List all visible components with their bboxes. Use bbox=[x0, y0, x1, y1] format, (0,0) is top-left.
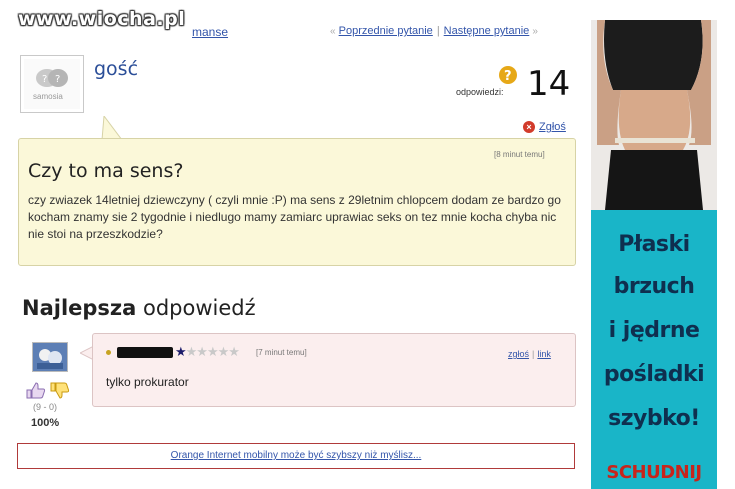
breadcrumb-link[interactable]: manse bbox=[192, 25, 228, 39]
rating-stars: ★★★★★★ bbox=[175, 344, 240, 360]
nav-separator: | bbox=[436, 25, 440, 37]
arrow-right-icon: » bbox=[532, 26, 538, 37]
vote-thumbs-icon[interactable] bbox=[25, 380, 73, 400]
next-question-link[interactable]: Następne pytanie bbox=[444, 25, 530, 37]
question-badge-icon: ? bbox=[499, 66, 517, 84]
answer-text: tylko prokurator bbox=[106, 375, 189, 389]
asker-avatar[interactable]: ? ? samosia bbox=[20, 55, 84, 113]
best-answer-heading: Najlepsza odpowiedź bbox=[22, 296, 256, 320]
answerer-avatar[interactable] bbox=[32, 342, 68, 372]
speech-bubbles-icon: ? ? bbox=[36, 69, 68, 87]
answers-count: 14 bbox=[527, 64, 571, 104]
svg-text:?: ? bbox=[55, 74, 60, 85]
side-ad-line-2: brzuch bbox=[613, 274, 695, 299]
redacted-username bbox=[117, 347, 173, 358]
answer-box bbox=[92, 333, 576, 407]
question-bubble-tail bbox=[101, 116, 123, 140]
svg-text:?: ? bbox=[42, 74, 47, 85]
status-dot-icon bbox=[106, 350, 111, 355]
avatar-caption: samosia bbox=[33, 92, 63, 101]
side-ad-photo[interactable] bbox=[591, 20, 717, 210]
vote-percent: 100% bbox=[31, 417, 60, 429]
svg-text:?: ? bbox=[504, 69, 512, 84]
best-answer-heading-rest: odpowiedź bbox=[136, 296, 256, 320]
answers-label: odpowiedzi: bbox=[456, 87, 504, 97]
fitness-model-image bbox=[591, 20, 717, 210]
report-icon[interactable]: × bbox=[523, 121, 535, 133]
answer-links: zgłoś | link bbox=[508, 349, 551, 359]
watermark-logo: www.wiocha.pl bbox=[18, 8, 186, 30]
star-filled-icon: ★ bbox=[175, 344, 187, 359]
side-ad-line-1: Płaski bbox=[618, 232, 690, 257]
question-body: czy zwiazek 14letniej dziewczyny ( czyli… bbox=[28, 193, 561, 241]
ad-bar-link[interactable]: Orange Internet mobilny może być szybszy… bbox=[17, 450, 575, 461]
answer-report-link[interactable]: zgłoś bbox=[508, 349, 529, 359]
side-ad-cta[interactable]: SCHUDNIJ bbox=[591, 462, 717, 483]
question-navigation: « Poprzednie pytanie | Następne pytanie » bbox=[330, 25, 538, 37]
best-answer-heading-bold: Najlepsza bbox=[22, 296, 137, 320]
arrow-left-icon: « bbox=[330, 26, 336, 37]
side-ad-line-4: pośladki bbox=[603, 362, 705, 387]
star-empty-icon: ★★★★★ bbox=[185, 344, 240, 359]
answerer-avatar-image bbox=[33, 343, 67, 371]
answer-time: [7 minut temu] bbox=[256, 348, 307, 357]
asker-name[interactable]: gość bbox=[94, 58, 138, 80]
side-ad-line-5: szybko! bbox=[608, 406, 700, 431]
previous-question-link[interactable]: Poprzednie pytanie bbox=[339, 25, 433, 37]
vote-tally: (9 - 0) bbox=[33, 402, 58, 412]
report-link[interactable]: Zgłoś bbox=[539, 121, 566, 133]
answer-permalink[interactable]: link bbox=[537, 349, 551, 359]
question-title: Czy to ma sens? bbox=[28, 160, 184, 182]
question-time: [8 minut temu] bbox=[494, 150, 545, 159]
side-ad-line-3: i jędrne bbox=[608, 318, 700, 343]
